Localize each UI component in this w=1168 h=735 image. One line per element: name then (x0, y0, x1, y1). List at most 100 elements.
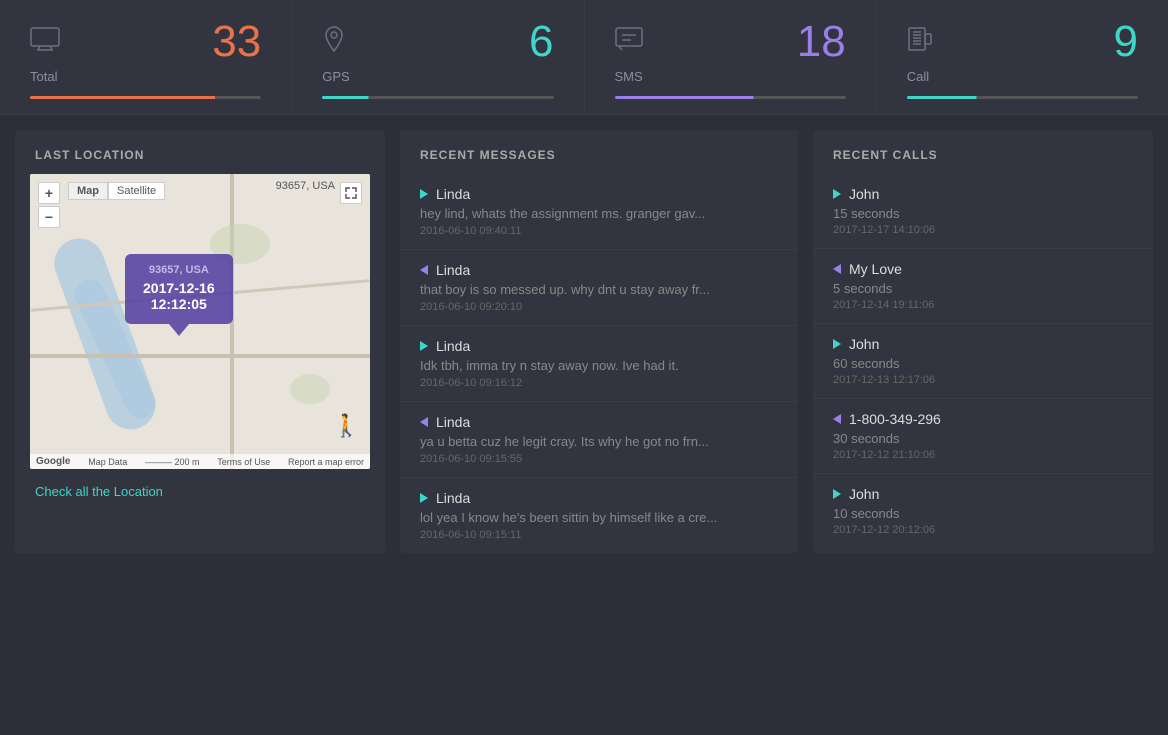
message-contact-name: Linda (436, 490, 470, 506)
map-type-map-button[interactable]: Map (68, 182, 108, 200)
incoming-icon (420, 265, 428, 275)
outgoing-call-icon (833, 489, 841, 499)
stat-gps: 6 GPS (292, 0, 584, 114)
call-duration: 30 seconds (833, 431, 1133, 446)
call-contact-name: John (849, 336, 879, 352)
map-container: 93657, USA Map Satellite + − 93657, USA (30, 174, 370, 469)
message-time: 2016-06-10 09:15:55 (420, 453, 778, 465)
total-bar (30, 96, 261, 99)
message-text: lol yea I know he's been sittin by himse… (420, 510, 778, 525)
message-time: 2016-06-10 09:15:11 (420, 529, 778, 541)
zoom-out-button[interactable]: − (38, 206, 60, 228)
sms-icon (615, 27, 643, 57)
call-item[interactable]: John 60 seconds 2017-12-13 12:17:06 (813, 324, 1153, 399)
map-zoom-controls: + − (38, 182, 60, 230)
call-duration: 10 seconds (833, 506, 1133, 521)
call-contact-name: John (849, 186, 879, 202)
message-text: that boy is so messed up. why dnt u stay… (420, 282, 778, 297)
message-item[interactable]: Linda that boy is so messed up. why dnt … (400, 250, 798, 326)
message-item[interactable]: Linda hey lind, whats the assignment ms.… (400, 174, 798, 250)
last-location-title: LAST LOCATION (15, 130, 385, 174)
call-duration: 15 seconds (833, 206, 1133, 221)
map-scale: ——— 200 m (145, 457, 200, 467)
sms-label: SMS (615, 69, 846, 84)
check-location-link[interactable]: Check all the Location (15, 469, 385, 514)
message-contact-name: Linda (436, 414, 470, 430)
gps-icon (322, 25, 346, 59)
message-item[interactable]: Linda lol yea I know he's been sittin by… (400, 478, 798, 553)
google-logo: Google (36, 456, 70, 467)
message-item[interactable]: Linda Idk tbh, imma try n stay away now.… (400, 326, 798, 402)
message-text: Idk tbh, imma try n stay away now. Ive h… (420, 358, 778, 373)
stat-total: 33 Total (0, 0, 292, 114)
message-contact-name: Linda (436, 186, 470, 202)
last-location-panel: LAST LOCATION 93657, USA Map (15, 130, 385, 553)
message-time: 2016-06-10 09:40:11 (420, 225, 778, 237)
outgoing-call-icon (833, 189, 841, 199)
stat-sms: 18 SMS (585, 0, 877, 114)
call-value: 9 (1114, 20, 1138, 64)
map-balloon: 93657, USA 2017-12-16 12:12:05 (125, 254, 233, 324)
call-label: Call (907, 69, 1138, 84)
call-duration: 60 seconds (833, 356, 1133, 371)
terms-of-use[interactable]: Terms of Use (217, 457, 270, 467)
call-time: 2017-12-12 20:12:06 (833, 524, 1133, 536)
recent-calls-panel: RECENT CALLS John 15 seconds 2017-12-17 … (813, 130, 1153, 553)
stats-bar: 33 Total 6 GPS (0, 0, 1168, 115)
map-person-icon: 🚶 (333, 413, 360, 439)
call-duration: 5 seconds (833, 281, 1133, 296)
outgoing-icon (420, 189, 428, 199)
call-contact-name: 1-800-349-296 (849, 411, 941, 427)
main-content: LAST LOCATION 93657, USA Map (0, 115, 1168, 568)
balloon-address: 93657, USA (143, 264, 215, 276)
monitor-icon (30, 27, 60, 57)
map-data-label: Map Data (88, 457, 127, 467)
report-map-error[interactable]: Report a map error (288, 457, 364, 467)
map-type-controls: Map Satellite (68, 182, 165, 200)
total-value: 33 (212, 20, 261, 64)
message-time: 2016-06-10 09:20:10 (420, 301, 778, 313)
call-time: 2017-12-17 14:10:06 (833, 224, 1133, 236)
gps-bar (322, 96, 553, 99)
call-bar (907, 96, 1138, 99)
outgoing-icon (420, 341, 428, 351)
outgoing-icon (420, 493, 428, 503)
total-label: Total (30, 69, 261, 84)
balloon-time: 12:12:05 (143, 296, 215, 312)
zoom-in-button[interactable]: + (38, 182, 60, 204)
incoming-call-icon (833, 414, 841, 424)
call-time: 2017-12-13 12:17:06 (833, 374, 1133, 386)
incoming-icon (420, 417, 428, 427)
message-contact-name: Linda (436, 262, 470, 278)
call-item[interactable]: John 15 seconds 2017-12-17 14:10:06 (813, 174, 1153, 249)
message-contact-name: Linda (436, 338, 470, 354)
messages-list: Linda hey lind, whats the assignment ms.… (400, 174, 798, 553)
message-item[interactable]: Linda ya u betta cuz he legit cray. Its … (400, 402, 798, 478)
balloon-date: 2017-12-16 (143, 280, 215, 296)
call-item[interactable]: 1-800-349-296 30 seconds 2017-12-12 21:1… (813, 399, 1153, 474)
call-contact-name: John (849, 486, 879, 502)
recent-calls-title: RECENT CALLS (813, 130, 1153, 174)
map-expand-button[interactable] (340, 182, 362, 204)
recent-messages-title: RECENT MESSAGES (400, 130, 798, 174)
gps-value: 6 (529, 20, 553, 64)
gps-label: GPS (322, 69, 553, 84)
call-time: 2017-12-12 21:10:06 (833, 449, 1133, 461)
sms-bar (615, 96, 846, 99)
sms-value: 18 (797, 20, 846, 64)
call-contact-name: My Love (849, 261, 902, 277)
call-item[interactable]: John 10 seconds 2017-12-12 20:12:06 (813, 474, 1153, 548)
calls-list: John 15 seconds 2017-12-17 14:10:06 My L… (813, 174, 1153, 548)
map-type-satellite-button[interactable]: Satellite (108, 182, 165, 200)
map-footer: Google Map Data ——— 200 m Terms of Use R… (30, 454, 370, 469)
call-time: 2017-12-14 19:11:06 (833, 299, 1133, 311)
stat-call: 9 Call (877, 0, 1168, 114)
outgoing-call-icon (833, 339, 841, 349)
call-icon (907, 26, 933, 58)
recent-messages-panel: RECENT MESSAGES Linda hey lind, whats th… (400, 130, 798, 553)
message-text: hey lind, whats the assignment ms. grang… (420, 206, 778, 221)
message-time: 2016-06-10 09:16:12 (420, 377, 778, 389)
call-item[interactable]: My Love 5 seconds 2017-12-14 19:11:06 (813, 249, 1153, 324)
map-address-top: 93657, USA (276, 180, 335, 192)
incoming-call-icon (833, 264, 841, 274)
